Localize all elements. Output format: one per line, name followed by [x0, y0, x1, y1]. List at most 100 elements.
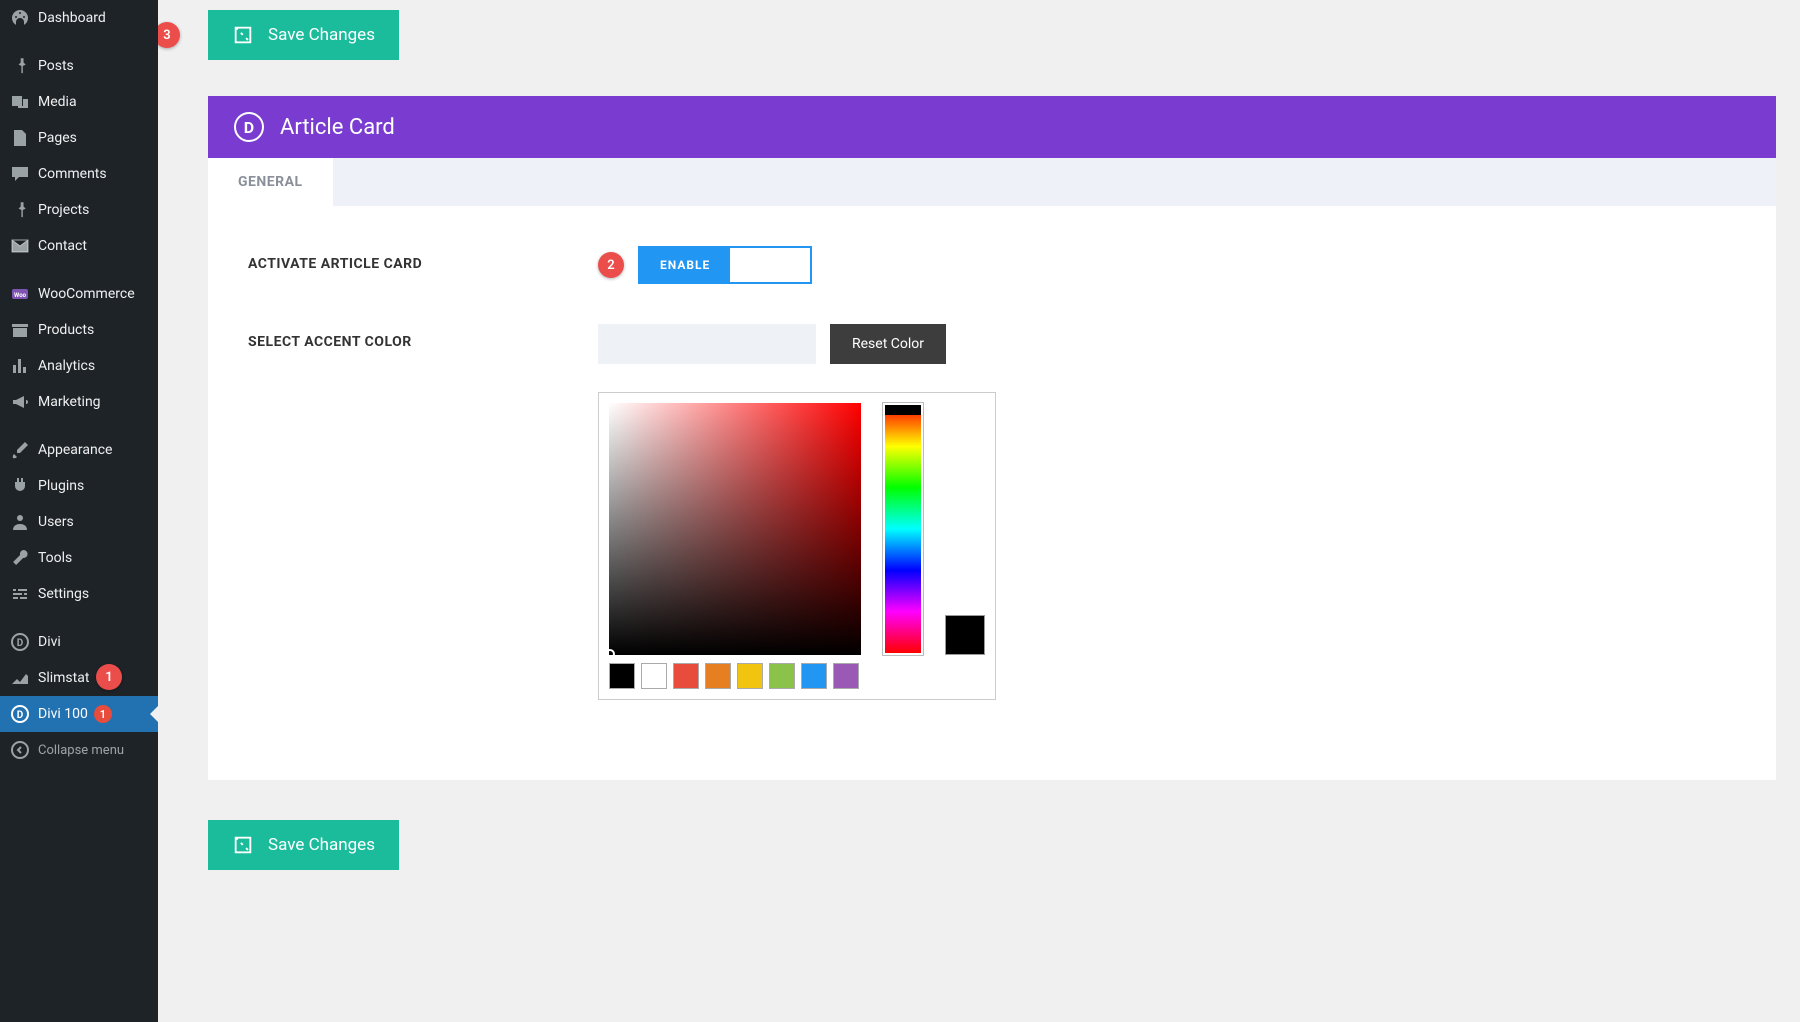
sidebar-item-woocommerce[interactable]: Woo WooCommerce [0, 276, 158, 312]
save-icon [232, 834, 254, 856]
reset-color-button[interactable]: Reset Color [830, 324, 946, 364]
color-preview [945, 615, 985, 655]
sidebar-item-contact[interactable]: Contact [0, 228, 158, 264]
setting-accent-color: SELECT ACCENT COLOR Reset Color [248, 324, 1736, 700]
archive-icon [10, 320, 30, 340]
wrench-icon [10, 548, 30, 568]
save-button-label: Save Changes [268, 25, 375, 45]
sidebar-item-products[interactable]: Products [0, 312, 158, 348]
collapse-icon [10, 740, 30, 760]
sidebar-item-pages[interactable]: Pages [0, 120, 158, 156]
swatch[interactable] [737, 663, 763, 689]
swatch[interactable] [801, 663, 827, 689]
sidebar-item-label: Slimstat [38, 670, 89, 686]
save-icon [232, 24, 254, 46]
panel-header: D Article Card [208, 96, 1776, 158]
sidebar-item-label: Marketing [38, 394, 101, 410]
accent-color-input[interactable] [598, 324, 816, 364]
sidebar-item-divi[interactable]: D Divi [0, 624, 158, 660]
sidebar-item-appearance[interactable]: Appearance [0, 432, 158, 468]
divi-icon: D [10, 632, 30, 652]
sidebar-item-label: Contact [38, 238, 87, 254]
swatch[interactable] [769, 663, 795, 689]
sidebar-item-label: Tools [38, 550, 72, 566]
annotation-marker-2: 2 [598, 252, 624, 278]
divi-icon: D [10, 704, 30, 724]
color-picker [598, 392, 996, 700]
sidebar-item-analytics[interactable]: Analytics [0, 348, 158, 384]
toggle-on: ENABLE [640, 248, 730, 282]
sidebar-item-label: Divi [38, 634, 61, 650]
bars-icon [10, 356, 30, 376]
annotation-marker-1: 1 [96, 664, 122, 690]
swatch[interactable] [705, 663, 731, 689]
swatch[interactable] [673, 663, 699, 689]
user-icon [10, 512, 30, 532]
sidebar-item-label: Pages [38, 130, 77, 146]
main-content: 3 Save Changes D Article Card GENERAL AC… [158, 0, 1800, 1022]
tab-bar: GENERAL [208, 158, 1776, 206]
brush-icon [10, 440, 30, 460]
sidebar-item-label: Products [38, 322, 94, 338]
plug-icon [10, 476, 30, 496]
sidebar-item-projects[interactable]: Projects [0, 192, 158, 228]
sidebar-item-dashboard[interactable]: Dashboard [0, 0, 158, 36]
annotation-marker-3: 3 [158, 22, 180, 48]
sidebar-item-comments[interactable]: Comments [0, 156, 158, 192]
sidebar-item-label: Divi 100 [38, 706, 88, 722]
sidebar-item-label: Media [38, 94, 77, 110]
sidebar-item-label: Users [38, 514, 74, 530]
enable-toggle[interactable]: ENABLE [638, 246, 812, 284]
sidebar-item-users[interactable]: Users [0, 504, 158, 540]
woo-icon: Woo [10, 284, 30, 304]
media-icon [10, 92, 30, 112]
sidebar-item-label: Plugins [38, 478, 84, 494]
notification-badge: 1 [94, 705, 112, 723]
sidebar-item-label: Dashboard [38, 10, 106, 26]
save-button-label: Save Changes [268, 835, 375, 855]
sidebar-item-divi100[interactable]: D Divi 100 1 [0, 696, 158, 732]
save-changes-button[interactable]: Save Changes [208, 10, 399, 60]
panel-body: GENERAL ACTIVATE ARTICLE CARD 2 ENABLE S… [208, 158, 1776, 780]
app-root: Dashboard Posts Media Pages Comments Pro… [0, 0, 1800, 1022]
sidebar-item-tools[interactable]: Tools [0, 540, 158, 576]
activate-label: ACTIVATE ARTICLE CARD [248, 246, 598, 284]
pin-icon [10, 200, 30, 220]
sidebar-item-label: Comments [38, 166, 107, 182]
sidebar-item-media[interactable]: Media [0, 84, 158, 120]
admin-sidebar: Dashboard Posts Media Pages Comments Pro… [0, 0, 158, 1022]
sidebar-item-label: Posts [38, 58, 74, 74]
hue-slider[interactable] [883, 403, 923, 655]
svg-text:Woo: Woo [14, 292, 27, 299]
swatch[interactable] [833, 663, 859, 689]
svg-text:D: D [17, 638, 24, 649]
sidebar-item-slimstat[interactable]: Slimstat [0, 660, 158, 696]
divi-panel-icon: D [234, 112, 264, 142]
sidebar-item-posts[interactable]: Posts [0, 48, 158, 84]
swatch[interactable] [609, 663, 635, 689]
toggle-off [730, 248, 810, 282]
dashboard-icon [10, 8, 30, 28]
sidebar-item-plugins[interactable]: Plugins [0, 468, 158, 504]
sidebar-item-label: Settings [38, 586, 89, 602]
chart-icon [10, 668, 30, 688]
sidebar-item-marketing[interactable]: Marketing [0, 384, 158, 420]
saturation-panel[interactable] [609, 403, 861, 655]
save-changes-button-bottom[interactable]: Save Changes [208, 820, 399, 870]
settings-content: ACTIVATE ARTICLE CARD 2 ENABLE SELECT AC… [208, 206, 1776, 780]
comment-icon [10, 164, 30, 184]
pin-icon [10, 56, 30, 76]
svg-text:D: D [17, 710, 24, 721]
accent-label: SELECT ACCENT COLOR [248, 324, 598, 700]
color-swatches [609, 663, 985, 689]
envelope-icon [10, 236, 30, 256]
swatch[interactable] [641, 663, 667, 689]
sliders-icon [10, 584, 30, 604]
tab-general[interactable]: GENERAL [208, 158, 333, 206]
pages-icon [10, 128, 30, 148]
megaphone-icon [10, 392, 30, 412]
setting-activate: ACTIVATE ARTICLE CARD 2 ENABLE [248, 246, 1736, 284]
sidebar-collapse[interactable]: Collapse menu [0, 732, 158, 768]
sidebar-item-settings[interactable]: Settings [0, 576, 158, 612]
sidebar-item-label: Collapse menu [38, 743, 124, 758]
